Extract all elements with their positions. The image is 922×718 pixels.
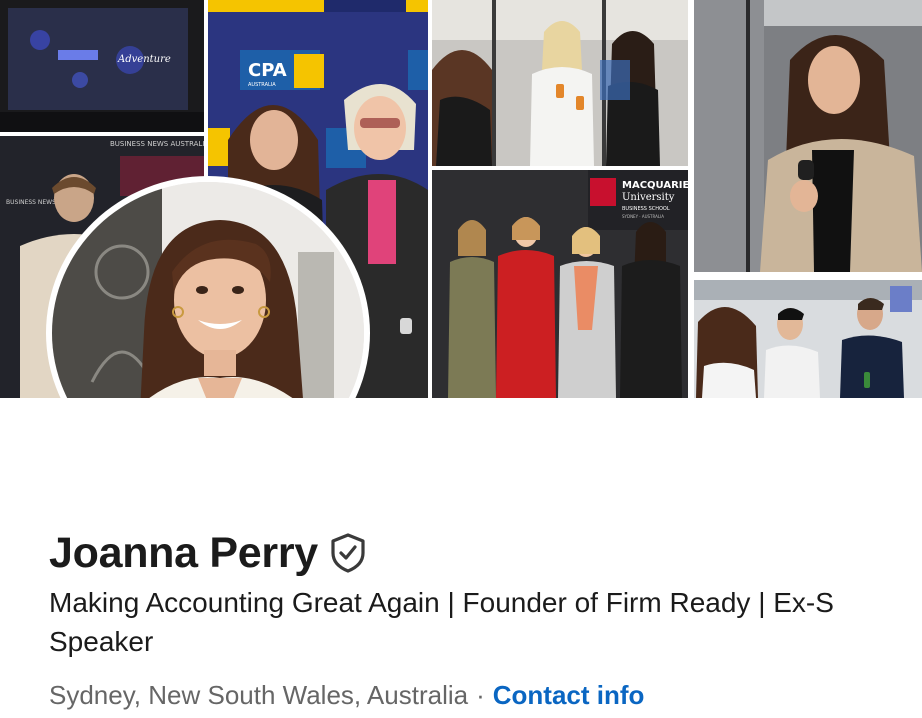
svg-text:AUSTRALIA: AUSTRALIA bbox=[248, 82, 276, 88]
contact-info-link[interactable]: Contact info bbox=[493, 680, 645, 711]
svg-text:BUSINESS SCHOOL: BUSINESS SCHOOL bbox=[622, 206, 670, 212]
banner-photo-presentation: Adventure bbox=[0, 0, 204, 132]
profile-name-row: Joanna Perry bbox=[49, 526, 366, 580]
profile-headline-continued: Speaker bbox=[49, 626, 154, 657]
profile-location: Sydney, New South Wales, Australia bbox=[49, 679, 469, 710]
svg-text:SYDNEY · AUSTRALIA: SYDNEY · AUSTRALIA bbox=[622, 214, 664, 219]
banner-photo-networking bbox=[432, 0, 688, 166]
svg-text:MACQUARIE: MACQUARIE bbox=[622, 180, 688, 191]
verified-shield-icon[interactable] bbox=[330, 533, 366, 573]
banner-photo-macquarie: MACQUARIE University BUSINESS SCHOOL SYD… bbox=[432, 170, 688, 398]
banner-photo-group bbox=[694, 280, 922, 398]
svg-text:BUSINESS NEWS AUSTRALIA: BUSINESS NEWS AUSTRALIA bbox=[110, 140, 204, 148]
svg-text:University: University bbox=[622, 192, 675, 203]
screen-caption: Adventure bbox=[117, 54, 171, 65]
svg-text:CPA: CPA bbox=[248, 60, 287, 81]
profile-banner[interactable]: Adventure BUSINESS NEWS AUSTRALIA BUSINE… bbox=[0, 0, 922, 398]
profile-name: Joanna Perry bbox=[49, 528, 318, 577]
separator-dot: · bbox=[476, 679, 485, 710]
banner-photo-speaker bbox=[694, 0, 922, 272]
profile-location-row: Sydney, New South Wales, Australia · Con… bbox=[49, 675, 644, 715]
profile-headline: Making Accounting Great Again | Founder … bbox=[49, 587, 834, 618]
